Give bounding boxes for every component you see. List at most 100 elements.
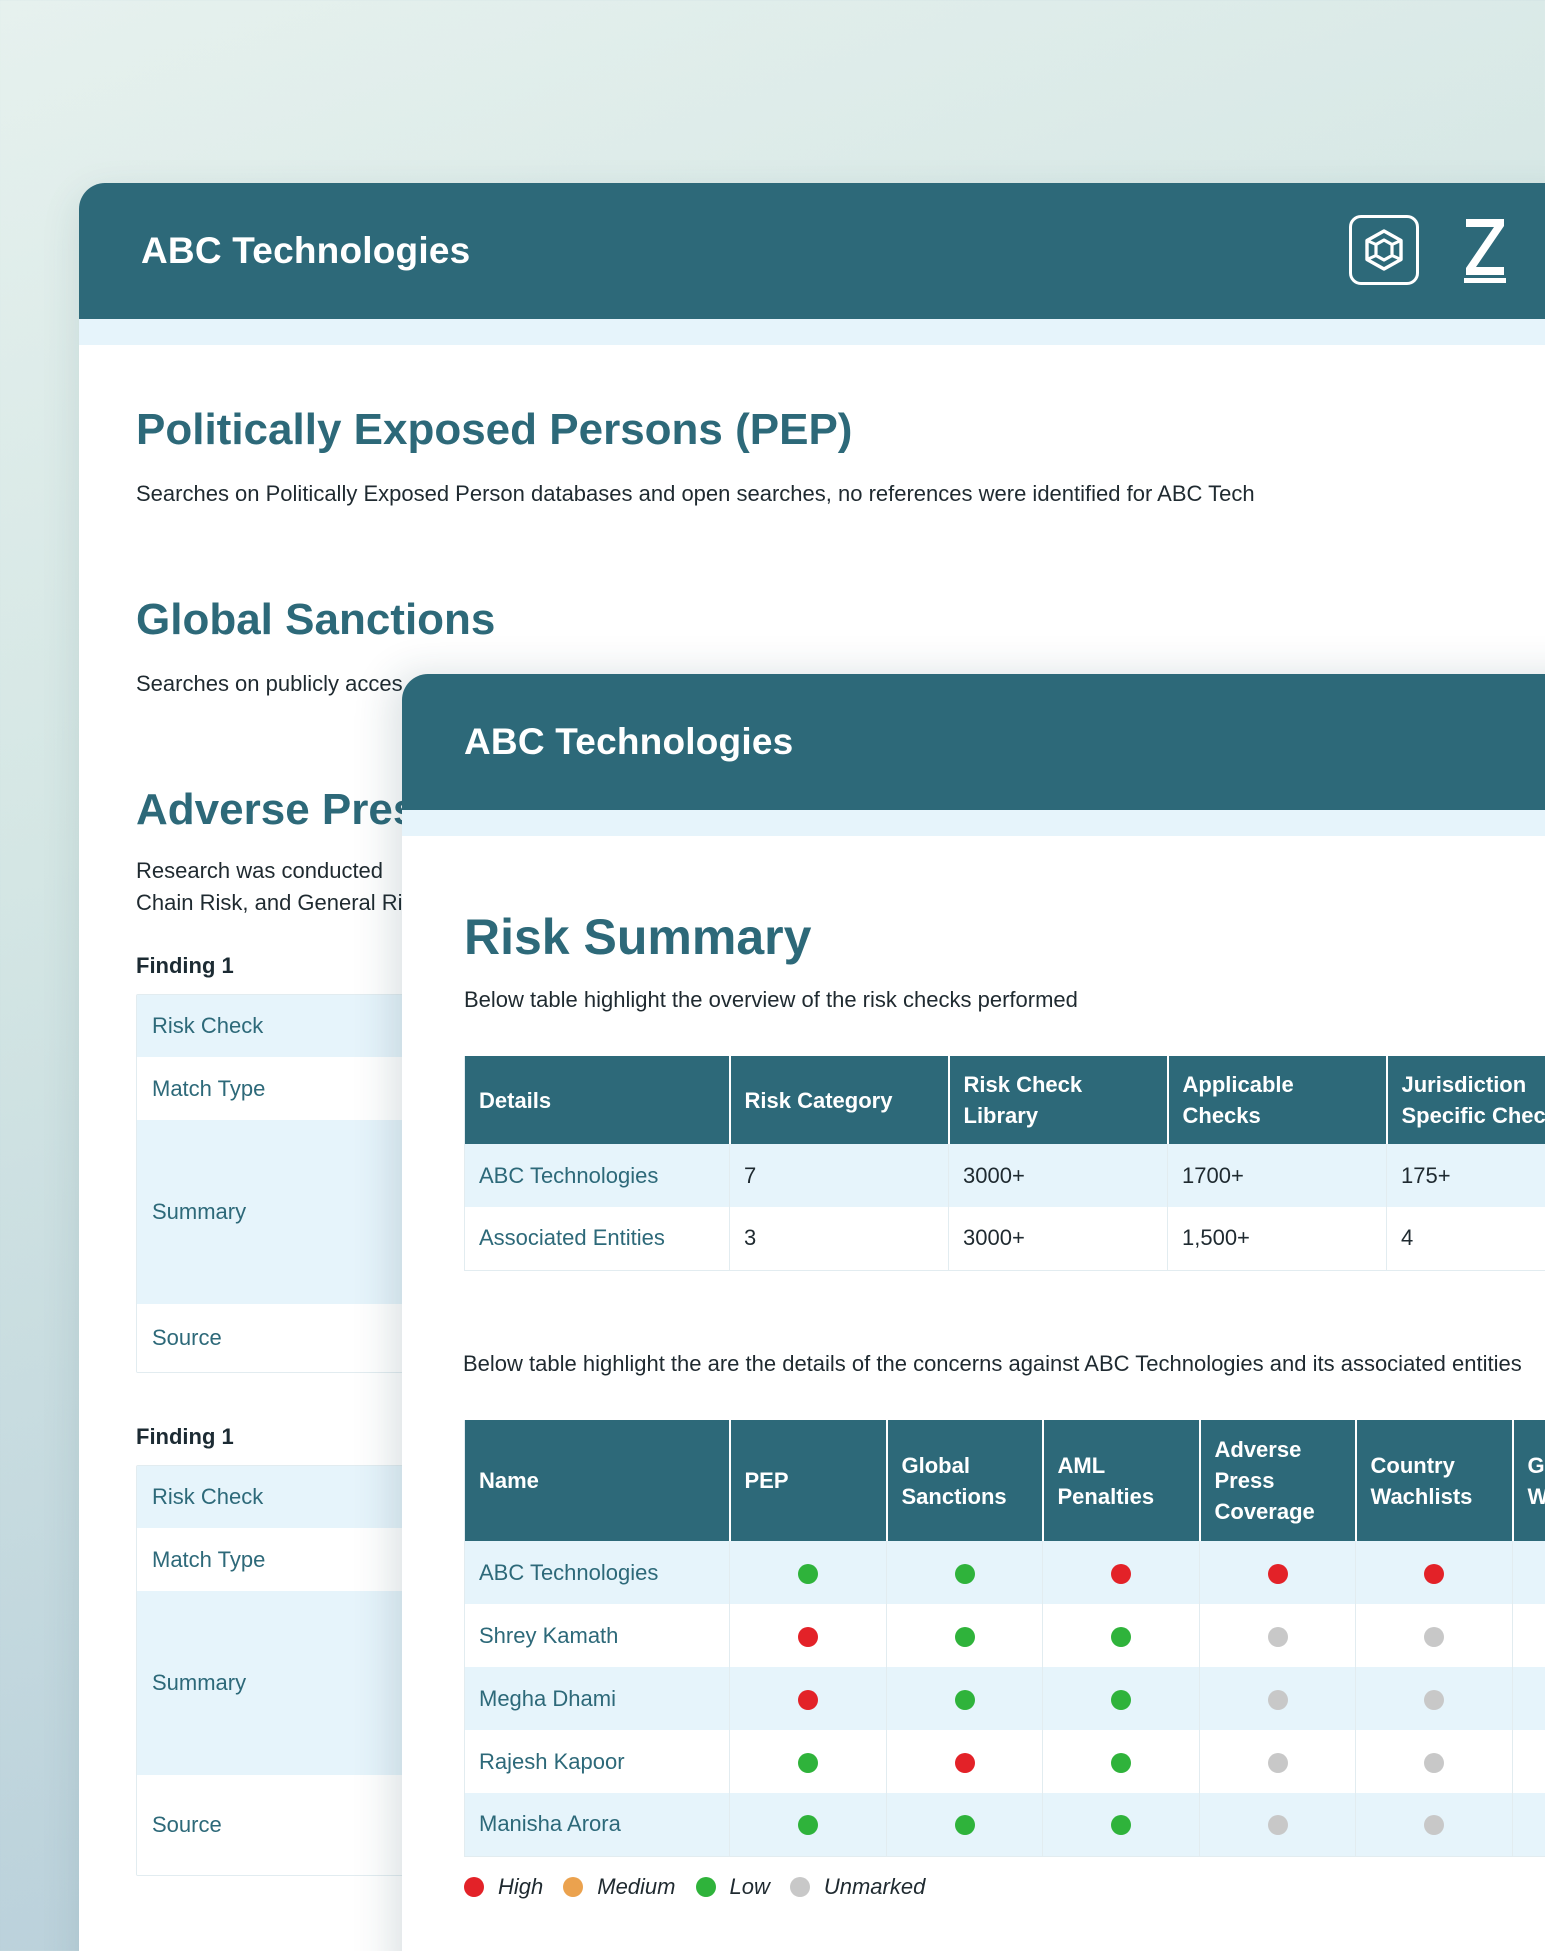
adverse-text-line2: Chain Risk, and General Ri: [136, 890, 403, 915]
status-unmarked-dot-icon: [1424, 1626, 1444, 1647]
status-unmarked-dot-icon: [1267, 1689, 1288, 1710]
back-document-strip: [79, 319, 1545, 345]
status-high-dot-icon: [1424, 1563, 1444, 1584]
status-unmarked-dot-icon: [1424, 1752, 1444, 1773]
finding-row-label: Source: [152, 1812, 222, 1837]
finding-label: Finding 1: [136, 953, 234, 978]
pep-title: Politically Exposed Persons (PEP): [136, 405, 853, 454]
legend-low-dot-icon: [695, 1877, 716, 1897]
status-cell: [1512, 1541, 1545, 1604]
status-unmarked-dot-icon: [1267, 1815, 1288, 1836]
status-cell: [729, 1541, 887, 1604]
status-cell: [1199, 1604, 1356, 1667]
status-cell: [1042, 1793, 1200, 1856]
status-cell: [1512, 1604, 1545, 1667]
table-cell: 3: [729, 1207, 949, 1270]
column-header: PEP: [729, 1420, 888, 1541]
table-header-row: Name PEP Global Sanctions AML Penalties …: [464, 1420, 1545, 1541]
table-row: Rajesh Kapoor: [464, 1730, 1545, 1793]
status-cell: [729, 1604, 887, 1667]
legend-label: High: [498, 1874, 544, 1899]
table-cell: 3000+: [948, 1144, 1168, 1207]
status-low-dot-icon: [798, 1563, 818, 1584]
table-row: Manisha Arora: [464, 1793, 1545, 1856]
table-cell: 175+: [1386, 1144, 1545, 1207]
status-cell: [1042, 1541, 1200, 1604]
finding-row-label: Match Type: [152, 1075, 266, 1101]
column-header: Jurisdiction Specific Checks: [1386, 1056, 1545, 1144]
hexagon-logo-icon[interactable]: [1349, 215, 1419, 285]
back-document-title: ABC Technologies: [141, 230, 471, 271]
adverse-text: Research was conducted Chain Risk, and G…: [136, 855, 403, 919]
table-row: Shrey Kamath: [464, 1604, 1545, 1667]
column-header: Applicable Checks: [1167, 1056, 1388, 1144]
finding-row-label: Risk Check: [152, 1484, 264, 1509]
legend-item-unmarked: Unmarked: [789, 1874, 926, 1900]
entity-name-cell: Shrey Kamath: [464, 1604, 730, 1667]
front-document: ABC Technologies Risk Summary Below tabl…: [402, 674, 1545, 1951]
table-cell: 3000+: [948, 1207, 1168, 1270]
status-unmarked-dot-icon: [1267, 1626, 1288, 1647]
status-low-dot-icon: [954, 1689, 975, 1710]
legend-medium-dot-icon: [563, 1877, 584, 1897]
z-logo-icon[interactable]: [1462, 215, 1508, 285]
status-cell: [1355, 1667, 1513, 1730]
status-high-dot-icon: [954, 1752, 975, 1773]
column-header: Global Sanctions: [886, 1420, 1044, 1541]
table-header-row: Details Risk Category Risk Check Library…: [464, 1056, 1545, 1144]
status-cell: [1199, 1667, 1356, 1730]
status-cell: [1042, 1667, 1200, 1730]
status-unmarked-dot-icon: [1424, 1689, 1444, 1710]
column-header: Details: [464, 1056, 731, 1144]
status-high-dot-icon: [798, 1626, 818, 1647]
status-cell: [886, 1793, 1043, 1856]
sanctions-title: Global Sanctions: [136, 595, 496, 644]
status-low-dot-icon: [1111, 1689, 1131, 1710]
sanctions-text: Searches on publicly acces: [136, 671, 403, 696]
front-document-header: ABC Technologies: [402, 674, 1545, 810]
column-header: AML Penalties: [1042, 1420, 1201, 1541]
status-cell: [1199, 1541, 1356, 1604]
status-cell: [1512, 1730, 1545, 1793]
finding-row-label: Summary: [152, 1199, 247, 1224]
status-cell: [729, 1793, 887, 1856]
legend-label: Unmarked: [823, 1874, 926, 1899]
status-low-dot-icon: [798, 1752, 818, 1773]
column-header: Name: [464, 1420, 731, 1541]
finding-row-label: Risk Check: [152, 1013, 264, 1038]
status-cell: [1355, 1604, 1513, 1667]
back-document-header: ABC Technologies: [79, 183, 1545, 319]
status-cell: [1355, 1541, 1513, 1604]
table-row: Associated Entities 3 3000+ 1,500+ 4: [464, 1207, 1545, 1270]
status-low-dot-icon: [798, 1815, 818, 1836]
front-document-strip: [402, 810, 1545, 836]
status-cell: [886, 1667, 1043, 1730]
column-header: Global Watchlists: [1512, 1420, 1545, 1541]
concerns-text: Below table highlight the are the detail…: [463, 1351, 1522, 1376]
status-cell: [886, 1730, 1043, 1793]
entity-name-cell: Megha Dhami: [464, 1667, 730, 1730]
status-cell: [1355, 1793, 1513, 1856]
status-cell: [886, 1541, 1043, 1604]
finding-label: Finding 1: [136, 1424, 234, 1449]
status-cell: [1512, 1793, 1545, 1856]
status-high-dot-icon: [1267, 1563, 1288, 1584]
status-unmarked-dot-icon: [1424, 1815, 1444, 1836]
entity-name-cell: Rajesh Kapoor: [464, 1730, 730, 1793]
entity-name-cell: Manisha Arora: [464, 1793, 730, 1856]
table-row: ABC Technologies 7 3000+ 1700+ 175+: [464, 1144, 1545, 1207]
status-cell: [1199, 1730, 1356, 1793]
finding-row-label: Match Type: [152, 1546, 266, 1572]
risk-summary-table: Details Risk Category Risk Check Library…: [464, 1056, 1545, 1271]
status-cell: [1042, 1604, 1200, 1667]
concerns-table: Name PEP Global Sanctions AML Penalties …: [464, 1420, 1545, 1857]
status-cell: [729, 1667, 887, 1730]
legend-item-medium: Medium: [563, 1874, 676, 1900]
legend-item-low: Low: [695, 1874, 770, 1900]
finding-row-label: Summary: [152, 1670, 247, 1695]
table-cell: Associated Entities: [464, 1207, 730, 1270]
status-legend: High Medium Low Unmarked: [464, 1874, 925, 1900]
finding-row-label: Source: [152, 1325, 222, 1350]
front-document-title: ABC Technologies: [464, 721, 794, 762]
status-high-dot-icon: [798, 1689, 818, 1710]
